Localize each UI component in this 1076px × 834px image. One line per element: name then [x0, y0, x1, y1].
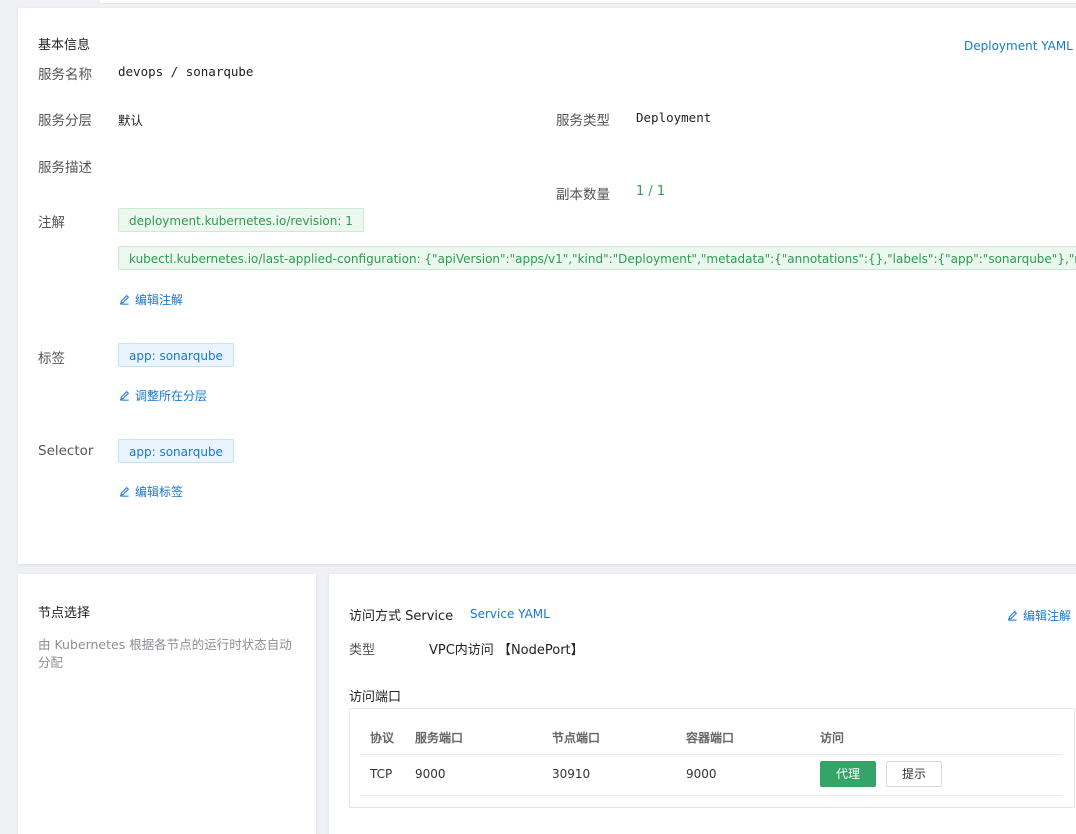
pencil-icon	[1008, 610, 1018, 621]
node-selection-card: 节点选择 由 Kubernetes 根据各节点的运行时状态自动 分配	[18, 574, 316, 834]
basic-info-title: 基本信息	[38, 38, 91, 53]
selector-tag: app: sonarqube	[118, 439, 234, 463]
service-title: 访问方式 Service	[349, 609, 454, 624]
edit-labels-label: 编辑标签	[135, 485, 184, 499]
labels-label: 标签	[38, 351, 65, 367]
service-layer-label: 服务分层	[38, 113, 92, 129]
adjust-layer-link[interactable]: 调整所在分层	[119, 387, 207, 404]
row-divider	[360, 795, 1062, 796]
annotation-tag: deployment.kubernetes.io/revision: 1	[118, 208, 364, 232]
service-yaml-link[interactable]: Service YAML	[470, 607, 550, 621]
header-divider	[360, 754, 1062, 755]
service-card: 访问方式 Service Service YAML 编辑注解 类型 VPC内访问…	[329, 574, 1076, 834]
service-name-value: devops / sonarqube	[118, 64, 254, 79]
replicas-label: 副本数量	[556, 187, 610, 203]
deployment-yaml-link[interactable]: Deployment YAML	[964, 39, 1073, 53]
annotations-label: 注解	[38, 215, 65, 231]
replicas-value: 1 / 1	[636, 184, 666, 199]
col-access: 访问	[820, 731, 845, 745]
cell-container-port: 9000	[686, 767, 717, 781]
service-name-label: 服务名称	[38, 67, 92, 83]
service-layer-value: 默认	[118, 113, 144, 128]
proxy-button[interactable]: 代理	[820, 761, 876, 787]
col-container-port: 容器端口	[686, 731, 735, 745]
edit-labels-link[interactable]: 编辑标签	[119, 483, 183, 500]
col-protocol: 协议	[370, 731, 395, 745]
node-selection-desc: 由 Kubernetes 根据各节点的运行时状态自动	[38, 637, 292, 652]
cell-service-port: 9000	[415, 767, 446, 781]
ports-title: 访问端口	[349, 690, 402, 705]
adjust-layer-label: 调整所在分层	[135, 389, 208, 403]
ports-table: 协议 服务端口 节点端口 容器端口 访问 TCP 9000 30910 9000…	[349, 708, 1075, 808]
pencil-icon	[120, 294, 130, 305]
basic-info-card: 基本信息 Deployment YAML 服务名称 devops / sonar…	[18, 8, 1076, 564]
top-toolbar-edge	[100, 0, 1076, 4]
pencil-icon	[120, 486, 130, 497]
edit-annotations-label: 编辑注解	[135, 293, 184, 307]
node-selection-desc-cont: 分配	[38, 655, 64, 670]
service-edit-annotations-label: 编辑注解	[1023, 609, 1072, 623]
service-edit-annotations-link[interactable]: 编辑注解	[1007, 607, 1071, 624]
selector-label: Selector	[38, 443, 94, 459]
label-tag: app: sonarqube	[118, 343, 234, 367]
annotation-tag: kubectl.kubernetes.io/last-applied-confi…	[118, 246, 1076, 270]
service-type-value: VPC内访问 【NodePort】	[429, 643, 584, 658]
service-type-value: Deployment	[636, 110, 712, 125]
hint-button[interactable]: 提示	[886, 761, 942, 787]
cell-node-port: 30910	[552, 767, 591, 781]
col-node-port: 节点端口	[552, 731, 601, 745]
cell-protocol: TCP	[370, 767, 393, 781]
service-type-label: 服务类型	[556, 113, 610, 129]
node-selection-title: 节点选择	[38, 606, 91, 621]
edit-annotations-link[interactable]: 编辑注解	[119, 291, 183, 308]
service-type-label: 类型	[349, 643, 376, 658]
service-desc-label: 服务描述	[38, 160, 92, 176]
col-service-port: 服务端口	[415, 731, 464, 745]
pencil-icon	[120, 390, 130, 401]
